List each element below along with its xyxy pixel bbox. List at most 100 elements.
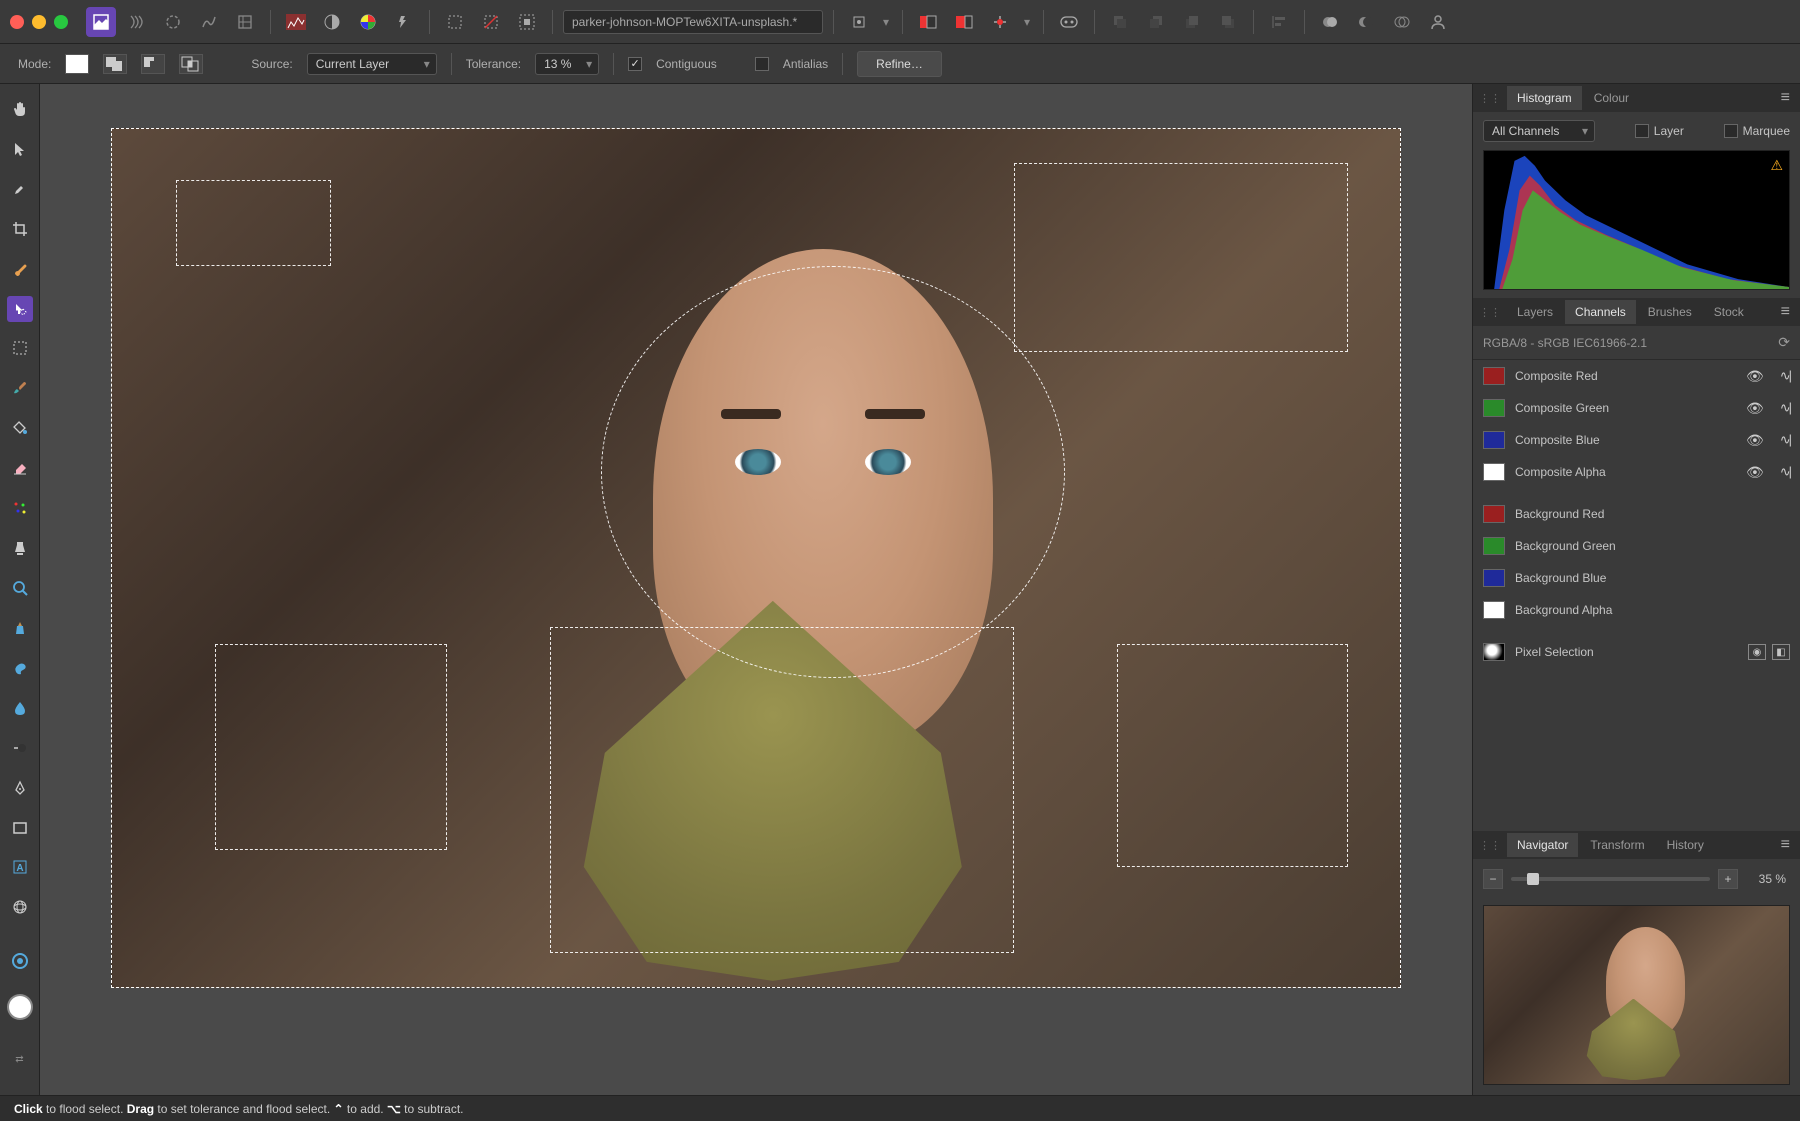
tab-colour[interactable]: Colour (1584, 86, 1639, 110)
add-op-button[interactable] (1315, 7, 1345, 37)
liquify-persona-button[interactable] (122, 7, 152, 37)
minimize-window-button[interactable] (32, 15, 46, 29)
crop-tool[interactable] (7, 216, 33, 242)
channel-row[interactable]: Composite Alpha👁∿| (1473, 456, 1800, 488)
mode-new-button[interactable] (65, 54, 89, 74)
channel-options-icon[interactable]: ∿| (1780, 400, 1790, 416)
zoom-out-button[interactable]: − (1483, 869, 1503, 889)
tab-channels[interactable]: Channels (1565, 300, 1636, 324)
channel-row[interactable]: Composite Red👁∿| (1473, 360, 1800, 392)
selection-rectangle-icon[interactable] (440, 7, 470, 37)
document-title-field[interactable]: parker-johnson-MOPTew6XITA-unsplash.* (563, 10, 823, 34)
panel-grip-icon[interactable]: ⋮⋮ (1479, 839, 1501, 852)
tab-navigator[interactable]: Navigator (1507, 833, 1578, 857)
auto-contrast-button[interactable] (317, 7, 347, 37)
channel-visibility-icon[interactable]: 👁 (1746, 368, 1764, 385)
text-tool[interactable]: A (7, 855, 33, 881)
photo-persona-button[interactable] (86, 7, 116, 37)
tab-stock[interactable]: Stock (1704, 300, 1754, 324)
tab-transform[interactable]: Transform (1580, 833, 1654, 857)
resize-dropdown-icon[interactable]: ▾ (1021, 7, 1033, 37)
channel-options-icon[interactable]: ∿| (1780, 464, 1790, 480)
zoom-slider-thumb[interactable] (1527, 873, 1539, 885)
align-button[interactable] (1264, 7, 1294, 37)
antialias-checkbox[interactable] (755, 57, 769, 71)
navigator-panel-menu-icon[interactable]: ≡ (1777, 836, 1794, 854)
refine-button[interactable]: Refine… (857, 51, 942, 77)
zoom-slider[interactable] (1511, 877, 1710, 881)
histogram-layer-checkbox[interactable] (1635, 124, 1649, 138)
rectangle-tool[interactable] (7, 815, 33, 841)
marquee-tool[interactable] (7, 336, 33, 362)
channel-visibility-icon[interactable]: 👁 (1746, 464, 1764, 481)
tab-layers[interactable]: Layers (1507, 300, 1563, 324)
scatter-tool[interactable] (7, 495, 33, 521)
arrange-backward-button[interactable] (1141, 7, 1171, 37)
stock-dropdown-icon[interactable]: ▾ (880, 7, 892, 37)
channel-options-icon[interactable]: ∿| (1780, 432, 1790, 448)
histogram-panel-menu-icon[interactable]: ≡ (1777, 89, 1794, 107)
histogram-marquee-checkbox[interactable] (1724, 124, 1738, 138)
tab-histogram[interactable]: Histogram (1507, 86, 1582, 110)
erase-tool[interactable] (7, 455, 33, 481)
canvas-viewport[interactable] (40, 84, 1472, 1095)
color-swatch[interactable] (7, 994, 33, 1020)
export-persona-button[interactable] (230, 7, 260, 37)
arrange-front-button[interactable] (1213, 7, 1243, 37)
close-window-button[interactable] (10, 15, 24, 29)
clone-tool[interactable] (7, 535, 33, 561)
auto-white-balance-button[interactable] (389, 7, 419, 37)
subtract-op-button[interactable] (1351, 7, 1381, 37)
fullscreen-window-button[interactable] (54, 15, 68, 29)
channel-visibility-icon[interactable]: 👁 (1746, 400, 1764, 417)
tonemap-persona-button[interactable] (194, 7, 224, 37)
canvas[interactable] (111, 128, 1401, 988)
assistant-button[interactable] (1054, 7, 1084, 37)
account-button[interactable] (1423, 7, 1453, 37)
color-picker-tool[interactable] (7, 176, 33, 202)
channel-options-icon[interactable]: ∿| (1780, 368, 1790, 384)
mode-add-button[interactable] (103, 54, 127, 74)
channel-refresh-icon[interactable]: ⟳ (1778, 334, 1790, 351)
tolerance-input[interactable]: 13 % (535, 53, 599, 75)
dodge-tool[interactable] (7, 735, 33, 761)
contiguous-checkbox[interactable] (628, 57, 642, 71)
channels-panel-menu-icon[interactable]: ≡ (1777, 303, 1794, 321)
zoom-in-button[interactable]: + (1718, 869, 1738, 889)
navigator-preview[interactable] (1483, 905, 1790, 1085)
channel-row[interactable]: Composite Blue👁∿| (1473, 424, 1800, 456)
channel-row[interactable]: Background Blue (1473, 562, 1800, 594)
fill-tool[interactable] (7, 415, 33, 441)
move-tool[interactable] (7, 136, 33, 162)
flood-select-tool[interactable] (7, 296, 33, 322)
pixel-sel-quick-mask-icon[interactable]: ◉ (1748, 644, 1766, 660)
view-tool[interactable] (7, 948, 33, 974)
channel-visibility-icon[interactable]: 👁 (1746, 432, 1764, 449)
channel-row[interactable]: Background Green (1473, 530, 1800, 562)
histogram-channel-select[interactable]: All Channels (1483, 120, 1595, 142)
mode-intersect-button[interactable] (179, 54, 203, 74)
swatch-swap-icon[interactable]: ⇄ (15, 1054, 23, 1065)
stock-button[interactable] (844, 7, 874, 37)
pixel-sel-invert-icon[interactable]: ◧ (1772, 644, 1790, 660)
mode-subtract-button[interactable] (141, 54, 165, 74)
selection-deselect-icon[interactable] (476, 7, 506, 37)
panel-grip-icon[interactable]: ⋮⋮ (1479, 92, 1501, 105)
crop-tool-button[interactable] (913, 7, 943, 37)
mesh-tool[interactable] (7, 894, 33, 920)
channel-row[interactable]: Background Red (1473, 498, 1800, 530)
selection-invert-icon[interactable] (512, 7, 542, 37)
arrange-forward-button[interactable] (1177, 7, 1207, 37)
channel-row[interactable]: Composite Green👁∿| (1473, 392, 1800, 424)
tab-history[interactable]: History (1657, 833, 1714, 857)
tab-brushes[interactable]: Brushes (1638, 300, 1702, 324)
zoom-tool[interactable] (7, 575, 33, 601)
auto-colors-button[interactable] (353, 7, 383, 37)
panel-grip-icon[interactable]: ⋮⋮ (1479, 306, 1501, 319)
paint-brush-tool[interactable] (7, 375, 33, 401)
selection-brush-tool[interactable] (7, 256, 33, 282)
arrange-back-button[interactable] (1105, 7, 1135, 37)
resize-canvas-button[interactable] (985, 7, 1015, 37)
smudge-tool[interactable] (7, 655, 33, 681)
pen-tool[interactable] (7, 775, 33, 801)
